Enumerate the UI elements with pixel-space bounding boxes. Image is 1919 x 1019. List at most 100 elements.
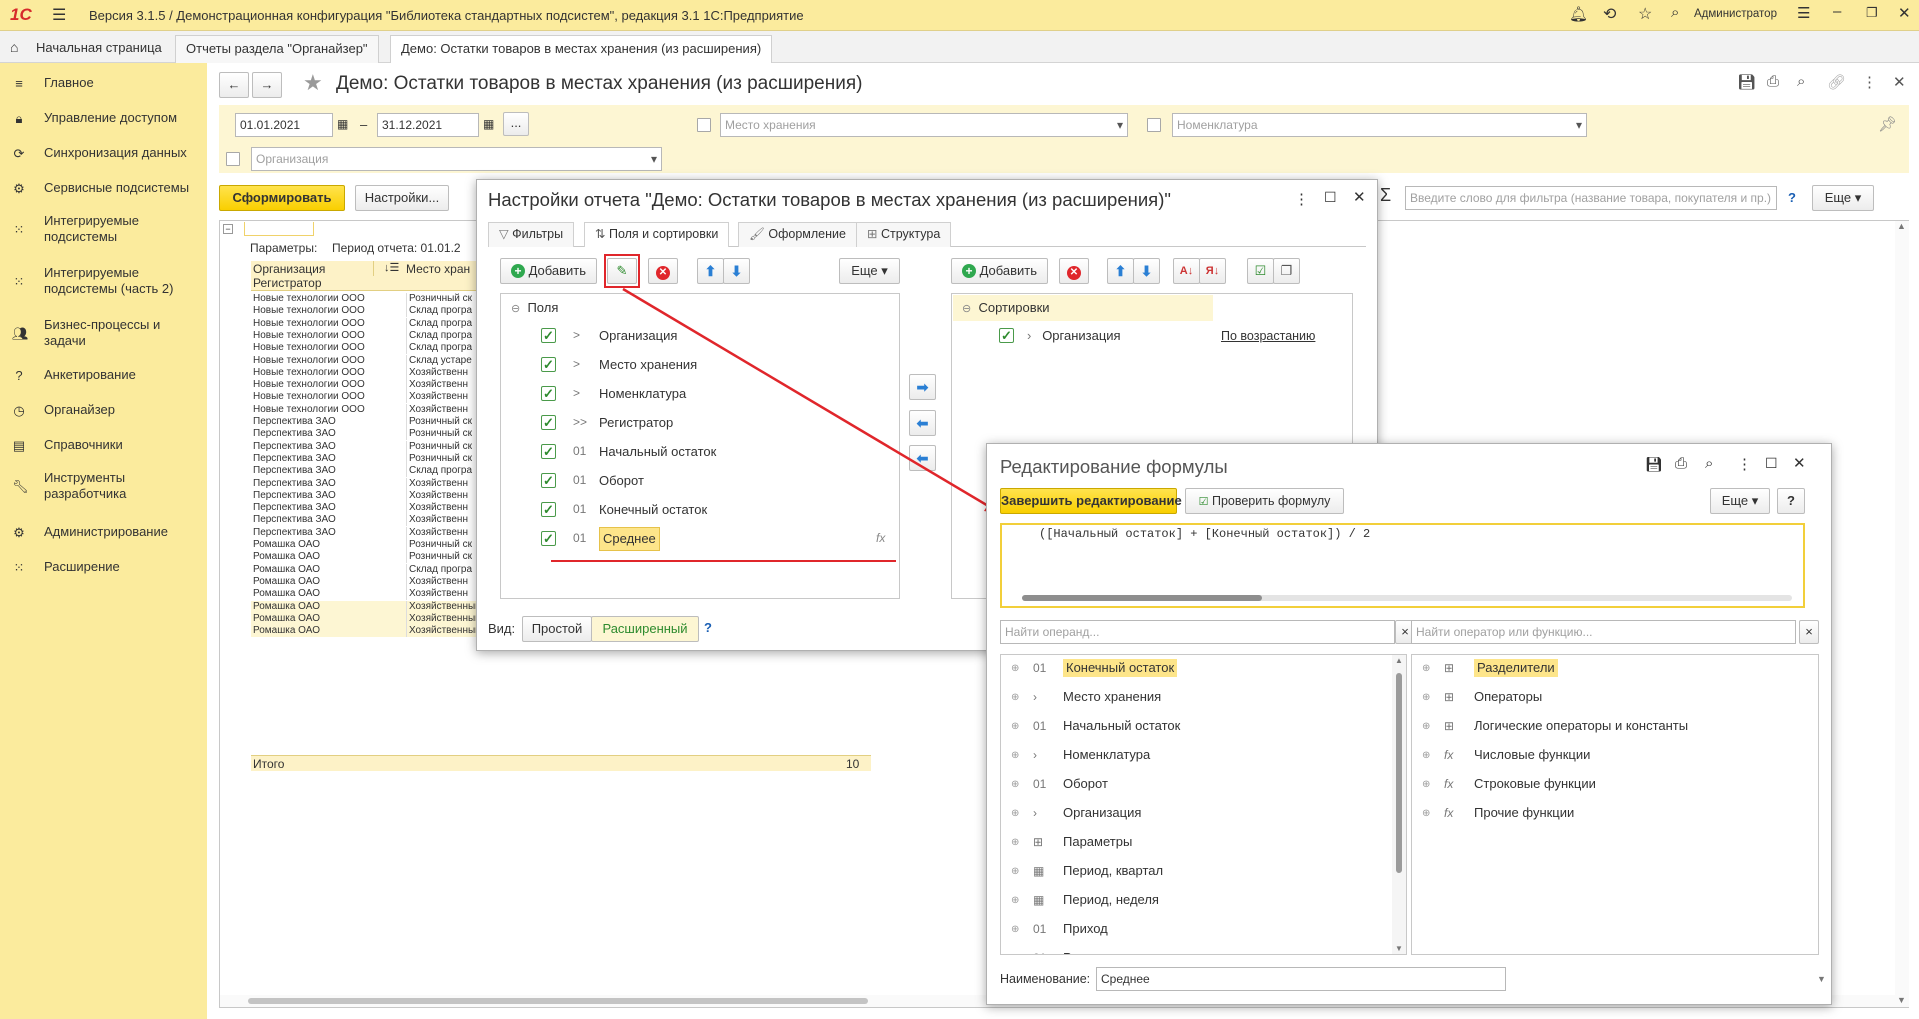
sidebar-item-survey[interactable]: ? Анкетирование bbox=[12, 367, 135, 383]
more-vert-icon[interactable]: ⋮ bbox=[1294, 190, 1309, 208]
operator-item[interactable]: ⊕ fx Числовые функции bbox=[1422, 746, 1792, 766]
sort-item-checkbox[interactable]: ✓ bbox=[999, 328, 1014, 343]
save-icon[interactable]: 💾︎ bbox=[1737, 73, 1756, 91]
more-vert-icon[interactable]: ⋮ bbox=[1862, 73, 1877, 91]
sidebar-item-integrated[interactable]: ⁙ Интегрируемые подсистемы bbox=[12, 213, 192, 245]
expand-icon[interactable]: ⊕ bbox=[1011, 689, 1019, 707]
nomenclature-field[interactable]: Номенклатура ▾ bbox=[1172, 113, 1587, 137]
field-checkbox[interactable]: ✓ bbox=[541, 444, 556, 459]
formula-editor[interactable]: ([Начальный остаток] + [Конечный остаток… bbox=[1000, 523, 1805, 608]
check-all-button[interactable]: ☑ bbox=[1247, 258, 1274, 284]
star-icon[interactable]: ☆ bbox=[1638, 4, 1652, 24]
expand-icon[interactable]: ⊕ bbox=[1011, 718, 1019, 736]
storage-field[interactable]: Место хранения ▾ bbox=[720, 113, 1128, 137]
operand-item[interactable]: ⊕ › Организация bbox=[1011, 804, 1381, 824]
preview-icon[interactable]: ⌕ bbox=[1705, 455, 1713, 472]
history-icon[interactable]: ⟲ bbox=[1603, 4, 1616, 24]
sort-move-down-button[interactable]: ⬇ bbox=[1133, 258, 1160, 284]
expand-icon[interactable]: ⊕ bbox=[1422, 718, 1430, 736]
field-checkbox[interactable]: ✓ bbox=[541, 415, 556, 430]
save-icon[interactable]: 💾︎ bbox=[1645, 456, 1663, 473]
tab-filters[interactable]: ▽ Фильтры bbox=[488, 222, 575, 247]
field-checkbox[interactable]: ✓ bbox=[541, 386, 556, 401]
operand-item[interactable]: ⊕ 01 Приход bbox=[1011, 920, 1381, 940]
tab-design[interactable]: 🖌︎ Оформление bbox=[738, 222, 857, 247]
sort-root[interactable]: ⊖ Сортировки bbox=[962, 299, 1050, 318]
generate-button[interactable]: Сформировать bbox=[219, 185, 345, 211]
favorite-star-icon[interactable]: ★ bbox=[303, 70, 323, 96]
operand-item[interactable]: ⊕ › Место хранения bbox=[1011, 688, 1381, 708]
close-icon[interactable]: ✕ bbox=[1793, 454, 1806, 472]
sidebar-item-catalogs[interactable]: ▤ Справочники bbox=[12, 437, 123, 453]
report-more-button[interactable]: Еще ▾ bbox=[1812, 185, 1874, 211]
organization-field[interactable]: Организация ▾ bbox=[251, 147, 662, 171]
view-simple-button[interactable]: Простой bbox=[522, 616, 592, 642]
operand-item[interactable]: ⊕ ⊞ Параметры bbox=[1011, 833, 1381, 853]
tab-organizer-reports[interactable]: Отчеты раздела "Органайзер" bbox=[175, 35, 379, 63]
delete-field-button[interactable]: ✕ bbox=[648, 258, 678, 284]
expand-icon[interactable]: ⊕ bbox=[1011, 950, 1019, 954]
expand-icon[interactable]: ⊕ bbox=[1422, 689, 1430, 707]
print-icon[interactable]: ⎙ bbox=[1675, 455, 1687, 472]
formula-text[interactable]: ([Начальный остаток] + [Конечный остаток… bbox=[1039, 527, 1370, 541]
field-checkbox[interactable]: ✓ bbox=[541, 531, 556, 546]
back-button[interactable]: ← bbox=[219, 72, 249, 98]
operand-item[interactable]: ⊕ ▦ Период, квартал bbox=[1011, 862, 1381, 882]
tab-demo-report[interactable]: Демо: Остатки товаров в местах хранения … bbox=[390, 35, 773, 63]
scroll-down-icon[interactable]: ▼ bbox=[1817, 974, 1826, 984]
report-search-field[interactable]: Введите слово для фильтра (название това… bbox=[1405, 186, 1777, 210]
move-all-from-sort-button[interactable]: ⬅ bbox=[909, 445, 936, 471]
period-select-button[interactable]: ... bbox=[503, 112, 529, 136]
tab-home[interactable]: Начальная страница bbox=[26, 35, 172, 63]
sidebar-item-access[interactable]: 🔒︎ Управление доступом bbox=[12, 110, 177, 126]
field-label[interactable]: Начальный остаток bbox=[599, 443, 716, 461]
field-label[interactable]: Организация bbox=[599, 327, 677, 345]
finish-editing-button[interactable]: Завершить редактирование bbox=[1000, 488, 1182, 514]
scroll-up-icon[interactable]: ▲ bbox=[1395, 656, 1403, 665]
field-checkbox[interactable]: ✓ bbox=[541, 473, 556, 488]
name-field[interactable]: Среднее bbox=[1096, 967, 1506, 991]
clear-operator-search[interactable]: × bbox=[1799, 620, 1819, 644]
preview-icon[interactable]: ⌕ bbox=[1797, 73, 1805, 90]
organization-checkbox[interactable] bbox=[226, 152, 240, 166]
operand-item[interactable]: ⊕ 01 Оборот bbox=[1011, 775, 1381, 795]
date-from-field[interactable]: 01.01.2021 bbox=[235, 113, 333, 137]
sidebar-item-sync[interactable]: ⟳ Синхронизация данных bbox=[12, 145, 187, 161]
scroll-thumb[interactable] bbox=[248, 998, 868, 1004]
sort-move-up-button[interactable]: ⬆ bbox=[1107, 258, 1134, 284]
expand-icon[interactable]: ⊕ bbox=[1011, 805, 1019, 823]
operand-item[interactable]: ⊕ 01 Конечный остаток bbox=[1011, 659, 1381, 679]
expand-icon[interactable]: ⊕ bbox=[1422, 660, 1430, 678]
operands-scrollbar[interactable]: ▲ ▼ bbox=[1392, 655, 1406, 954]
tab-fields-sort[interactable]: ⇅ Поля и сортировки bbox=[584, 222, 730, 247]
formula-hscroll[interactable] bbox=[1022, 595, 1792, 601]
view-extended-button[interactable]: Расширенный bbox=[591, 616, 699, 642]
expand-icon[interactable]: ⊕ bbox=[1011, 834, 1019, 852]
calendar-icon[interactable]: ▦ bbox=[337, 117, 348, 131]
main-menu-icon[interactable]: ☰ bbox=[52, 5, 66, 25]
uncheck-all-button[interactable]: ❐ bbox=[1273, 258, 1300, 284]
expand-icon[interactable]: ⊕ bbox=[1011, 747, 1019, 765]
sort-desc-button[interactable]: Я↓ bbox=[1199, 258, 1226, 284]
field-checkbox[interactable]: ✓ bbox=[541, 502, 556, 517]
sidebar-item-business[interactable]: 👥︎ Бизнес-процессы и задачи bbox=[12, 317, 202, 349]
move-up-button[interactable]: ⬆ bbox=[697, 258, 724, 284]
nomenclature-checkbox[interactable] bbox=[1147, 118, 1161, 132]
sidebar-item-extension[interactable]: ⁙ Расширение bbox=[12, 559, 120, 575]
restore-icon[interactable]: ❐ bbox=[1866, 5, 1878, 21]
field-label[interactable]: Конечный остаток bbox=[599, 501, 707, 519]
sigma-icon[interactable]: Σ bbox=[1380, 185, 1391, 206]
sort-direction-link[interactable]: По возрастанию bbox=[1221, 329, 1315, 343]
field-label[interactable]: Оборот bbox=[599, 472, 644, 490]
sidebar-item-integrated-2[interactable]: ⁙ Интегрируемые подсистемы (часть 2) bbox=[12, 265, 202, 297]
close-icon[interactable]: ✕ bbox=[1898, 4, 1911, 22]
expand-icon[interactable]: ⊕ bbox=[1422, 747, 1430, 765]
fields-more-button[interactable]: Еще ▾ bbox=[839, 258, 900, 284]
bell-icon[interactable]: 🔔︎ bbox=[1569, 5, 1588, 23]
expand-icon[interactable]: ⊕ bbox=[1011, 921, 1019, 939]
help-icon[interactable]: ? bbox=[1788, 190, 1796, 205]
field-checkbox[interactable]: ✓ bbox=[541, 357, 556, 372]
pin-icon[interactable]: 📌︎ bbox=[1878, 115, 1897, 133]
sidebar-item-admin[interactable]: ⚙ Администрирование bbox=[12, 524, 168, 540]
formula-more-button[interactable]: Еще ▾ bbox=[1710, 488, 1770, 514]
